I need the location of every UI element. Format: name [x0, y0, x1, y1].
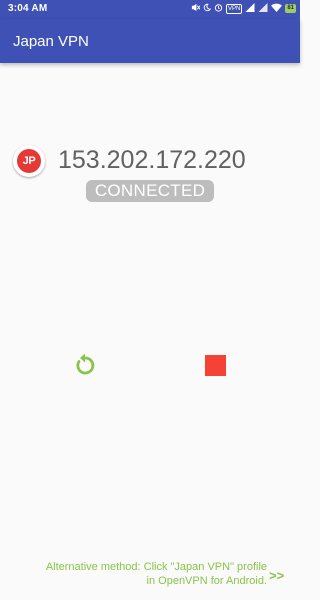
moon-icon: [203, 3, 212, 14]
reconnect-button[interactable]: [72, 352, 98, 378]
refresh-icon: [76, 353, 95, 375]
signal-icon: [245, 3, 255, 14]
signal-icon: [258, 3, 268, 14]
flag-label: JP: [17, 149, 41, 173]
japan-flag-icon: JP: [13, 145, 45, 177]
vpn-icon: VPN: [225, 3, 243, 14]
alternative-method-link[interactable]: Alternative method: Click "Japan VPN" pr…: [46, 560, 267, 588]
alarm-icon: [214, 3, 223, 14]
wifi-icon: [271, 3, 283, 14]
app-bar: Japan VPN: [0, 19, 300, 63]
forward-arrow-icon[interactable]: >>: [269, 568, 284, 583]
battery-icon: 81: [285, 4, 296, 13]
status-icons: VPN 81: [191, 3, 296, 14]
connection-status-badge: CONNECTED: [86, 180, 214, 202]
mute-icon: [191, 3, 201, 14]
server-ip: 153.202.172.220: [58, 146, 246, 174]
app-title: Japan VPN: [13, 33, 89, 50]
stop-button[interactable]: [205, 355, 226, 376]
status-time: 3:04 AM: [8, 3, 48, 14]
status-bar: 3:04 AM VPN 81: [0, 0, 300, 19]
alternative-method-line1: Alternative method: Click "Japan VPN" pr…: [45, 561, 267, 573]
alternative-method-line2: in OpenVPN for Android.: [146, 575, 267, 587]
